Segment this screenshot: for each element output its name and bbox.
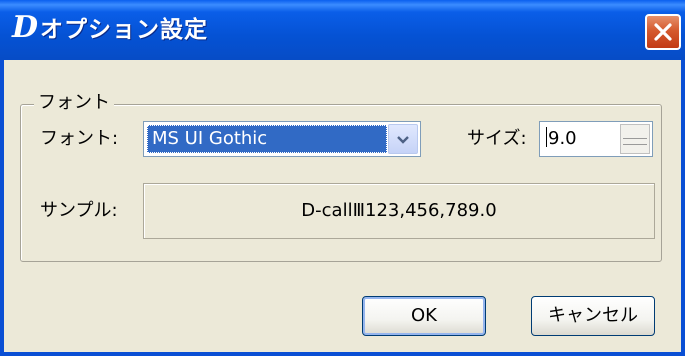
size-label: サイズ: [467,128,527,149]
font-select[interactable]: MS UI Gothic [143,121,421,157]
app-logo-icon: D [12,10,39,45]
sample-label: サンプル: [40,200,118,221]
size-spinner[interactable]: 9.0 [539,121,653,157]
font-select-value: MS UI Gothic [147,125,387,153]
dropdown-button[interactable] [388,124,418,154]
sample-preview: D-callⅢ123,456,789.0 [143,183,655,239]
cancel-button[interactable]: キャンセル [531,296,655,336]
ok-button[interactable]: OK [362,296,486,336]
stepper-down-divider [623,144,647,145]
size-stepper-buttons[interactable] [620,124,650,154]
font-group-legend: フォント [34,91,114,115]
stepper-up-divider [623,138,647,139]
chevron-down-icon [397,136,409,144]
title-bar[interactable]: D オプション設定 [0,0,685,60]
close-button[interactable] [645,14,681,50]
size-input[interactable]: 9.0 [546,126,577,152]
window-title: オプション設定 [40,17,208,43]
close-x-icon [654,23,672,41]
font-label: フォント: [40,128,119,149]
size-value: 9.0 [548,128,577,149]
